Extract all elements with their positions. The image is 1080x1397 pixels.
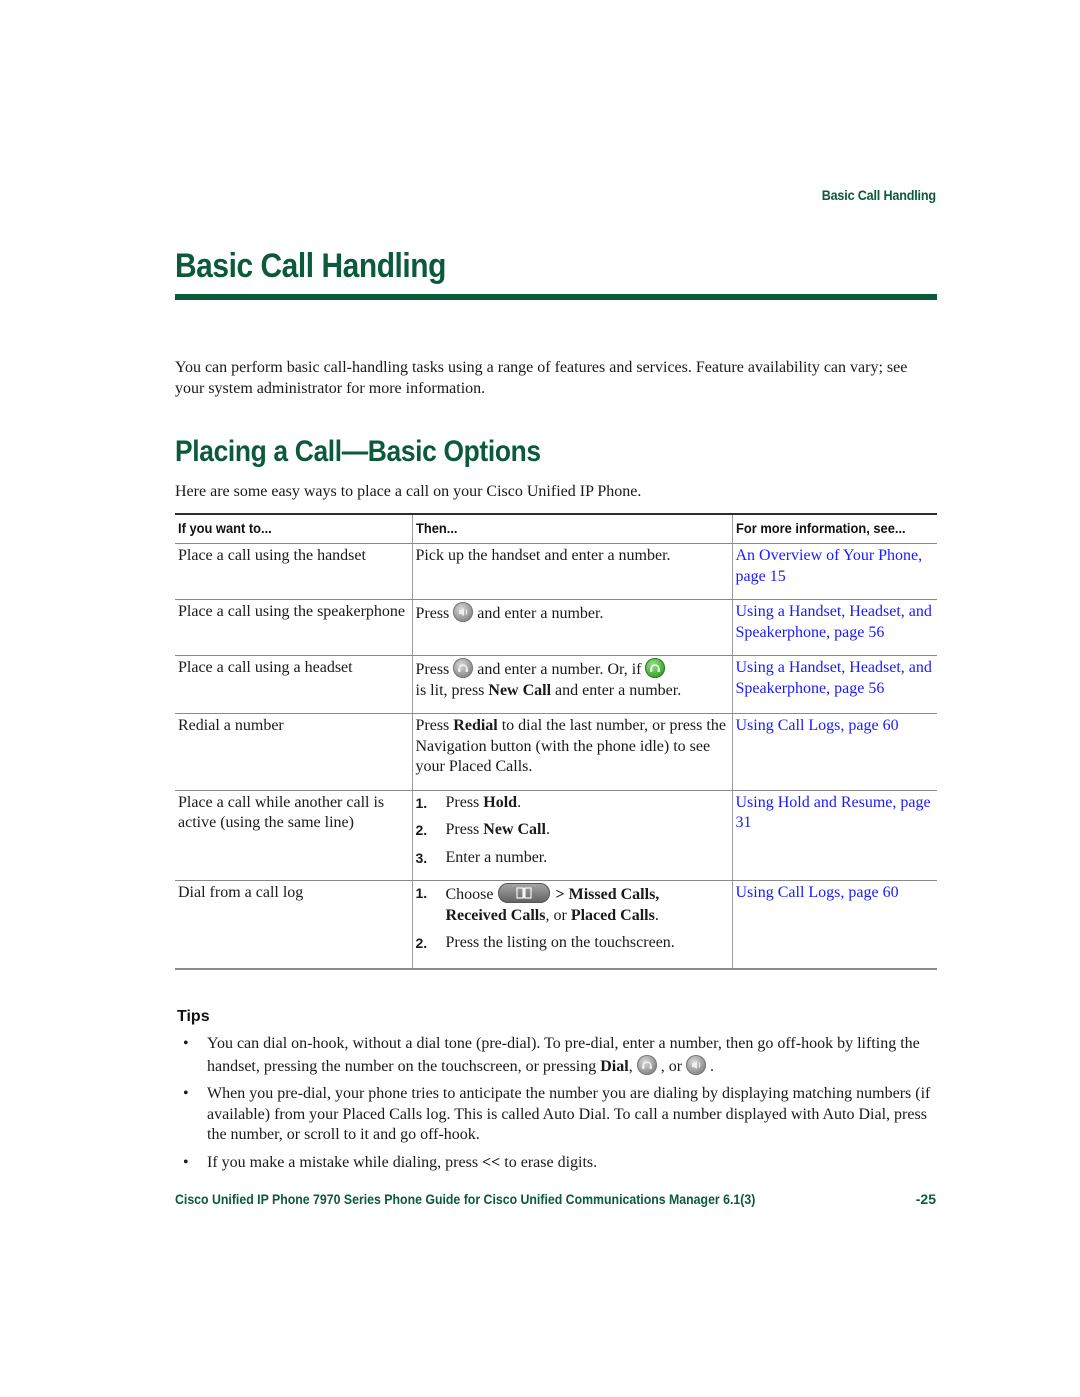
header-more-info: For more information, see... [731, 514, 937, 544]
bullet: • [183, 1085, 189, 1102]
cell-see: Using a Handset, Headset, and Speakerpho… [731, 599, 937, 656]
section-title: Placing a Call—Basic Options [175, 435, 541, 468]
cell-see: An Overview of Your Phone, page 15 [731, 543, 937, 600]
bullet: • [183, 1153, 189, 1171]
headset-icon [636, 1054, 657, 1075]
speaker-icon [686, 1054, 707, 1075]
footer-title: Cisco Unified IP Phone 7970 Series Phone… [175, 1191, 756, 1207]
link-using-hold-and-resume[interactable]: Using Hold and Resume, page 31 [736, 794, 931, 832]
tip-item: • When you pre-dial, your phone tries to… [183, 1085, 931, 1143]
directories-icon [497, 883, 550, 903]
intro-paragraph: You can perform basic call-handling task… [175, 359, 908, 397]
cell-want: Place a call using the handset [175, 543, 412, 600]
cell-see: Using a Handset, Headset, and Speakerpho… [731, 655, 937, 714]
tip-item: • If you make a mistake while dialing, p… [175, 1153, 940, 1174]
header-then: Then... [411, 514, 732, 544]
step-item: 2. Press the listing on the touchscreen. [415, 934, 675, 951]
headset-icon [453, 658, 474, 678]
bullet: • [183, 1035, 189, 1052]
table-header-row: If you want to... Then... For more infor… [175, 514, 937, 544]
cell-then: Press and enter a number. [411, 599, 732, 656]
cell-see: Using Hold and Resume, page 31 [731, 790, 937, 881]
link-overview-of-your-phone[interactable]: An Overview of Your Phone, page 15 [736, 547, 923, 585]
cell-then: 1. Choose > Missed Calls, Received Calls, o… [411, 880, 732, 970]
table-row: Dial from a call log 1. Choose > Missed Ca… [175, 880, 937, 970]
cell-then: Press and enter a number. Or, if is lit, p… [411, 655, 732, 714]
table-row: Place a call using a headset Press and en… [175, 655, 937, 714]
link-using-call-logs[interactable]: Using Call Logs, page 60 [736, 884, 899, 901]
cell-want: Place a call while another call is activ… [175, 790, 412, 881]
headset-lit-icon [645, 658, 666, 678]
link-using-handset-headset-speakerphone[interactable]: Using a Handset, Headset, and Speakerpho… [736, 603, 932, 641]
title-rule [175, 294, 937, 300]
step-item: 1. Choose > Missed Calls, Received Calls, o… [415, 883, 660, 924]
options-table: If you want to... Then... For more infor… [175, 513, 937, 970]
page-title: Basic Call Handling [175, 247, 446, 285]
step-item: 3. Enter a number. [415, 848, 548, 866]
cell-then: Press Redial to dial the last number, or… [411, 713, 732, 791]
running-header: Basic Call Handling [821, 187, 936, 203]
tips-list: • You can dial on-hook, without a dial t… [175, 1034, 940, 1180]
cell-want: Place a call using the speakerphone [175, 599, 412, 656]
tip-item: • You can dial on-hook, without a dial t… [183, 1035, 920, 1075]
table-row: Place a call using the speakerphone Pres… [175, 599, 937, 656]
step-item: 2. Press New Call. [415, 821, 550, 838]
speaker-icon [453, 602, 474, 622]
table-row: Place a call using the handset Pick up t… [175, 543, 937, 600]
link-using-call-logs[interactable]: Using Call Logs, page 60 [736, 717, 899, 734]
cell-see: Using Call Logs, page 60 [731, 880, 937, 970]
page-number: -25 [915, 1191, 936, 1207]
cell-see: Using Call Logs, page 60 [731, 713, 937, 791]
section-intro: Here are some easy ways to place a call … [175, 483, 642, 500]
cell-want: Redial a number [175, 713, 412, 791]
cell-then: 1. Press Hold. 2. Press New Call. 3. Enter … [411, 790, 732, 881]
cell-want: Place a call using a headset [175, 655, 412, 714]
header-if-you-want: If you want to... [175, 514, 412, 544]
cell-want: Dial from a call log [175, 880, 412, 970]
cell-then: Pick up the handset and enter a number. [411, 543, 732, 600]
table-row: Place a call while another call is activ… [175, 790, 937, 881]
table-row: Redial a number Press Redial to dial the… [175, 713, 937, 791]
link-using-handset-headset-speakerphone[interactable]: Using a Handset, Headset, and Speakerpho… [736, 659, 932, 697]
steps-list: 1. Choose > Missed Calls, Received Calls, o… [416, 883, 729, 954]
tips-heading: Tips [177, 1008, 210, 1025]
steps-list: 1. Press Hold. 2. Press New Call. 3. Enter … [416, 793, 729, 869]
step-item: 1. Press Hold. [415, 793, 522, 811]
